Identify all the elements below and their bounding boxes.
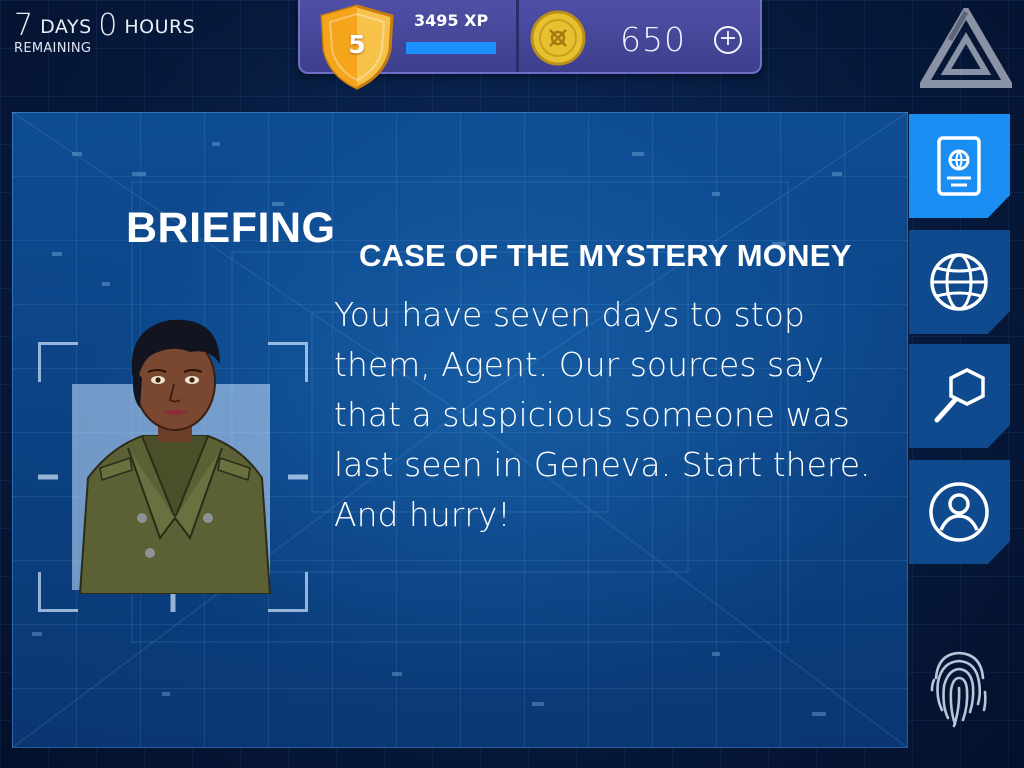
timer-line: 7 DAYS 0 HOURS [14, 8, 195, 43]
briefing-panel: BRIEFING CASE OF THE MYSTERY MONEY You h… [12, 112, 908, 748]
days-number: 7 [14, 8, 34, 43]
coin-count: 650 [620, 20, 686, 59]
xp-progress-fill [406, 42, 496, 54]
remaining-label: REMAINING [14, 41, 92, 56]
tab-investigate[interactable] [909, 344, 1010, 448]
tab-passport[interactable] [909, 114, 1010, 218]
passport-icon [937, 136, 981, 196]
coin-icon [530, 10, 586, 66]
briefing-heading: BRIEFING [126, 204, 336, 252]
profile-icon [929, 482, 989, 542]
globe-icon [930, 253, 988, 311]
hud-divider [516, 0, 519, 72]
days-label: DAYS [40, 16, 92, 38]
case-title: CASE OF THE MYSTERY MONEY [359, 238, 852, 273]
level-number: 5 [348, 30, 366, 59]
time-remaining: 7 DAYS 0 HOURS REMAINING [14, 8, 195, 56]
hours-number: 0 [98, 8, 118, 43]
agent-portrait [78, 319, 272, 594]
tab-world-map[interactable] [909, 230, 1010, 334]
magnifier-icon [934, 368, 985, 423]
agency-logo-icon [920, 8, 1012, 88]
tab-suspect-profile[interactable] [909, 460, 1010, 564]
xp-label: 3495 XP [414, 11, 489, 30]
top-hud: 5 3495 XP 650 + [298, 0, 762, 90]
level-badge: 5 [318, 4, 396, 90]
fingerprint-icon[interactable] [928, 648, 990, 730]
hours-label: HOURS [124, 16, 196, 38]
briefing-message: You have seven days to stop them, Agent.… [334, 295, 871, 534]
xp-progress-bar [406, 42, 496, 54]
add-coins-button[interactable]: + [714, 26, 742, 54]
